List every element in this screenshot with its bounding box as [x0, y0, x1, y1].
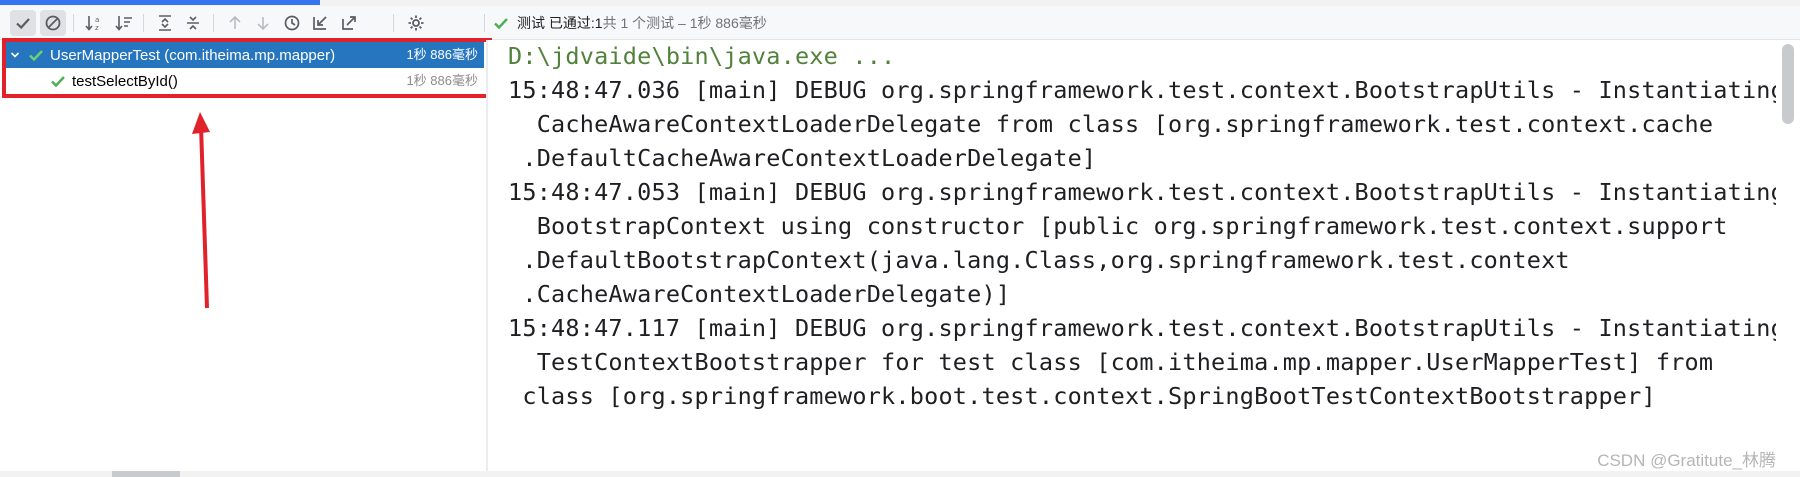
export-tests-button[interactable] [336, 10, 362, 36]
console-command-line: D:\jdvaide\bin\java.exe ... [508, 42, 896, 70]
import-icon [313, 16, 327, 30]
collapse-all-button[interactable] [180, 10, 206, 36]
expand-all-icon [159, 15, 171, 31]
console-line: 15:48:47.036 [main] DEBUG org.springfram… [508, 76, 1776, 104]
scrollbar-thumb[interactable] [1782, 44, 1794, 124]
status-passed-count: 1 [594, 15, 603, 31]
console-vertical-scrollbar[interactable] [1776, 40, 1800, 471]
console-line: 15:48:47.053 [main] DEBUG org.springfram… [508, 178, 1776, 206]
watermark: CSDN @Gratitute_林腾 [1597, 451, 1776, 470]
console-line: BootstrapContext using constructor [publ… [508, 212, 1728, 240]
test-history-button[interactable] [279, 10, 305, 36]
console-line: TestContextBootstrapper for test class [… [508, 348, 1714, 376]
import-tests-button[interactable] [307, 10, 333, 36]
svg-text:z: z [95, 24, 99, 32]
console-line: .DefaultBootstrapContext(java.lang.Class… [508, 246, 1570, 274]
next-failed-button[interactable] [250, 10, 276, 36]
console-line: 15:48:47.117 [main] DEBUG org.springfram… [508, 314, 1776, 342]
sort-alphabetically-button[interactable]: az [81, 10, 107, 36]
arrow-down-icon [257, 17, 269, 31]
active-tab-indicator [0, 0, 320, 5]
console-output[interactable]: D:\jdvaide\bin\java.exe ... 15:48:47.036… [488, 40, 1776, 471]
gear-icon [408, 15, 424, 31]
console-line: class [org.springframework.boot.test.con… [508, 382, 1656, 410]
pass-check-icon [493, 15, 509, 31]
toolbar-separator [393, 14, 394, 32]
console-line: .CacheAwareContextLoaderDelegate)] [508, 280, 1011, 308]
test-status: 测试 已通过: 1 共 1 个测试 – 1秒 886毫秒 [493, 6, 767, 40]
toolbar-separator [73, 14, 74, 32]
arrow-up-icon [229, 15, 241, 29]
toolbar-separator [143, 14, 144, 32]
horizontal-scrollbar[interactable] [0, 471, 1800, 477]
sort-alpha-icon: az [85, 16, 99, 32]
ignored-icon [45, 15, 61, 31]
sort-duration-icon [115, 16, 132, 31]
test-runner-toolbar: az 测试 已通过: 1 共 1 个测试 – 1秒 886毫秒 [0, 6, 1800, 40]
console-line: .DefaultCacheAwareContextLoaderDelegate] [508, 144, 1097, 172]
status-prefix: 测试 已通过: [517, 15, 595, 31]
check-icon [16, 18, 30, 30]
console-line: CacheAwareContextLoaderDelegate from cla… [508, 110, 1714, 138]
status-detail: 共 1 个测试 – 1秒 886毫秒 [602, 15, 767, 31]
svg-text:a: a [95, 16, 99, 24]
show-passed-button[interactable] [10, 10, 36, 36]
export-icon [342, 16, 356, 30]
annotation-highlight-box [2, 38, 492, 98]
annotation-arrow [192, 112, 210, 309]
previous-failed-button[interactable] [222, 10, 248, 36]
scrollbar-thumb[interactable] [112, 471, 180, 477]
history-icon [284, 15, 300, 31]
collapse-all-icon [187, 16, 199, 30]
toolbar-separator [484, 14, 485, 32]
test-tree-panel: UserMapperTest (com.itheima.mp.mapper) 1… [0, 40, 486, 471]
settings-button[interactable] [403, 10, 429, 36]
expand-all-button[interactable] [152, 10, 178, 36]
show-ignored-button[interactable] [40, 10, 66, 36]
toolbar-separator [213, 14, 214, 32]
sort-by-duration-button[interactable] [111, 10, 137, 36]
